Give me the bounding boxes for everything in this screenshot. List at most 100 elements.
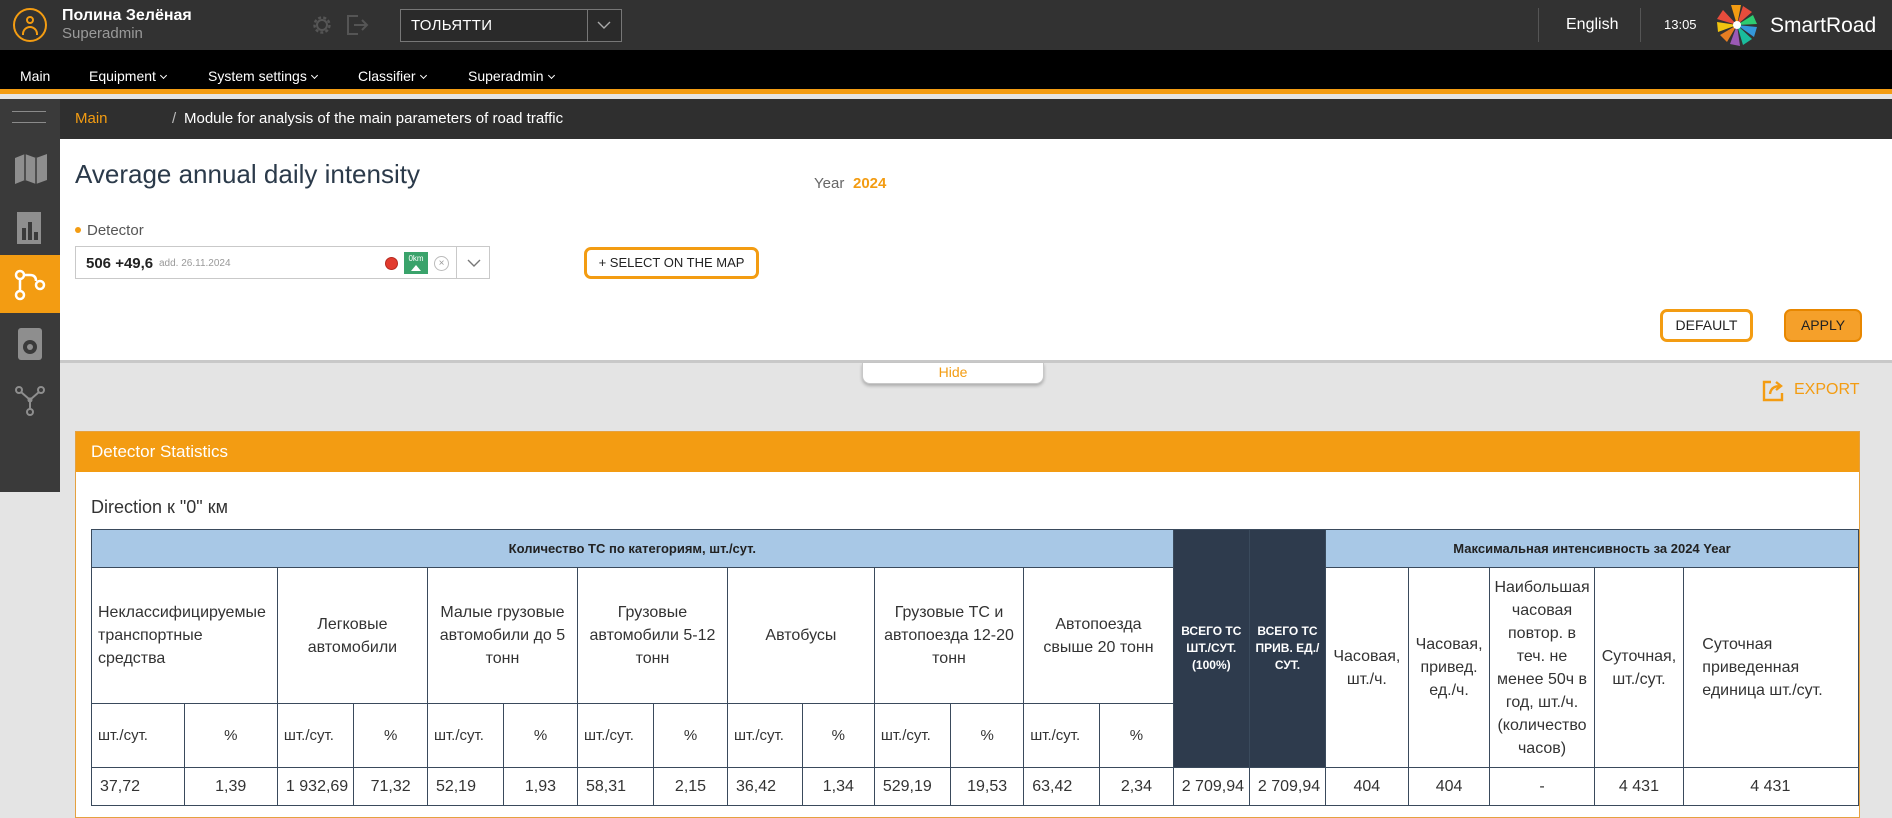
table-header-category: Малые грузовые автомобили до 5 тонн — [426, 567, 578, 704]
table-cell: 36,42 — [726, 767, 803, 806]
chevron-down-icon[interactable] — [456, 247, 489, 278]
brand-name: SmartRoad — [1770, 14, 1877, 37]
card-title: Detector Statistics — [91, 442, 228, 461]
table-cell: 404 — [1325, 767, 1409, 806]
direction-title: Direction к "0" км — [91, 497, 228, 517]
table-header-category: Легковые автомобили — [276, 567, 428, 704]
table-header-unit: % — [1099, 703, 1174, 768]
camera-device-icon — [18, 328, 42, 360]
table-header-unit: % — [949, 703, 1025, 768]
clear-icon[interactable]: × — [434, 256, 449, 271]
table-cell: 529,19 — [873, 767, 951, 806]
sidebar-item-reports[interactable] — [0, 197, 60, 255]
table-header-category: Грузовые ТС и автопоезда 12-20 тонн — [873, 567, 1025, 704]
nav-item-classifier[interactable]: Classifier — [358, 68, 427, 84]
nav-item-equipment[interactable]: Equipment — [89, 68, 167, 84]
table-header-unit: % — [183, 703, 278, 768]
language-switch[interactable]: English — [1566, 16, 1618, 34]
table-header-category: Автобусы — [726, 567, 875, 704]
table-row: 37,72 1,39 1 932,69 71,32 52,19 1,93 58,… — [91, 767, 1859, 806]
table-header-max: Часовая, шт./ч. — [1325, 567, 1409, 768]
detector-value: 506 +49,6 — [86, 255, 154, 272]
export-button[interactable]: EXPORT — [1762, 378, 1862, 402]
detector-select[interactable]: 506 +49,6 add. 26.11.2024 0km × — [75, 246, 490, 279]
settings-gear-icon[interactable] — [310, 13, 334, 37]
table-header-unit: шт./сут. — [873, 703, 951, 768]
breadcrumb-link-main[interactable]: Main — [75, 110, 108, 127]
table-header-unit: шт./сут. — [426, 703, 505, 768]
arrow-up-icon — [411, 265, 421, 271]
table-header-unit: шт./сут. — [726, 703, 803, 768]
default-button[interactable]: DEFAULT — [1660, 309, 1753, 342]
smartroad-logo-icon — [1717, 5, 1757, 46]
table-header-unit: шт./сут. — [91, 703, 185, 768]
table-header-unit: шт./сут. — [276, 703, 355, 768]
divider — [1640, 8, 1641, 42]
sidebar-item-map[interactable] — [0, 139, 60, 197]
table-header-unit: % — [353, 703, 428, 768]
apply-button[interactable]: APPLY — [1784, 309, 1862, 342]
logout-icon[interactable] — [344, 13, 370, 37]
table-cell: 71,32 — [353, 767, 428, 806]
table-cell: 404 — [1407, 767, 1491, 806]
select-on-map-button[interactable]: + SELECT ON THE MAP — [584, 247, 759, 279]
table-cell: 4 431 — [1683, 767, 1859, 806]
table-header-total-reduced: ВСЕГО ТС ПРИВ. ЕД./СУТ. — [1248, 529, 1327, 768]
user-avatar-icon[interactable] — [13, 8, 47, 42]
table-header-unit: % — [653, 703, 728, 768]
table-header-total-count: ВСЕГО ТС ШТ./СУТ. (100%) — [1172, 529, 1250, 768]
nav-item-label: System settings — [208, 68, 307, 84]
year-select[interactable]: 2024 — [853, 175, 886, 192]
sidebar-item-network[interactable] — [0, 371, 60, 429]
detector-statistics-card: Detector Statistics Direction к "0" км К… — [75, 431, 1860, 818]
table-group-header: Количество ТС по категориям, шт./сут. — [91, 529, 1174, 568]
table-cell: 37,72 — [91, 767, 185, 806]
table-header-max: Наибольшая часовая повтор. в теч. не мен… — [1489, 567, 1595, 768]
table-cell: - — [1489, 767, 1595, 806]
detector-label: Detector — [75, 222, 144, 239]
table-cell: 1 932,69 — [276, 767, 355, 806]
breadcrumb-current: Module for analysis of the main paramete… — [184, 110, 564, 127]
nav-item-superadmin[interactable]: Superadmin — [468, 68, 555, 84]
filter-panel: Average annual daily intensity Year 2024… — [60, 139, 1892, 363]
card-header: Detector Statistics — [76, 432, 1859, 472]
top-bar: Полина Зелёная Superadmin ТОЛЬЯТТИ Engli… — [0, 0, 1892, 50]
detector-added-date: add. 26.11.2024 — [159, 258, 231, 269]
nav-item-system-settings[interactable]: System settings — [208, 68, 318, 84]
clock: 13:05 — [1664, 17, 1697, 32]
sidebar-item-devices[interactable] — [0, 313, 60, 371]
nav-item-label: Main — [20, 68, 51, 84]
table-cell: 2,34 — [1099, 767, 1174, 806]
chevron-down-icon[interactable] — [587, 10, 621, 41]
table-cell: 1,39 — [183, 767, 278, 806]
detector-label-text: Detector — [87, 222, 144, 239]
export-label: EXPORT — [1794, 381, 1860, 398]
table-cell: 58,31 — [576, 767, 655, 806]
table-cell: 52,19 — [426, 767, 505, 806]
table-cell-total-count: 2 709,94 — [1172, 767, 1250, 806]
nav-item-label: Classifier — [358, 68, 416, 84]
sidebar-item-traffic-analysis[interactable] — [0, 255, 60, 313]
nav-item-label: Equipment — [89, 68, 156, 84]
city-select[interactable]: ТОЛЬЯТТИ — [400, 9, 622, 42]
table-header-unit: % — [801, 703, 875, 768]
year-label: Year — [814, 175, 845, 192]
direction-km-badge: 0km — [404, 252, 428, 274]
map-icon — [15, 154, 47, 184]
user-name[interactable]: Полина Зелёная — [62, 7, 192, 25]
hide-filters-button[interactable]: Hide — [862, 363, 1044, 384]
status-dot-icon — [385, 257, 398, 270]
table-header-category: Грузовые автомобили 5-12 тонн — [576, 567, 728, 704]
statistics-table: Количество ТС по категориям, шт./сут. ВС… — [91, 529, 1859, 806]
report-icon — [17, 212, 41, 244]
menu-toggle-icon[interactable] — [12, 111, 46, 123]
table-header-max: Часовая, привед. ед./ч. — [1407, 567, 1491, 768]
chevron-down-icon — [547, 71, 555, 80]
nav-item-label: Superadmin — [468, 68, 544, 84]
table-group-header-max: Максимальная интенсивность за 2024 Year — [1325, 529, 1859, 568]
table-header-category: Автопоезда свыше 20 тонн — [1023, 567, 1174, 704]
nav-item-main[interactable]: Main — [20, 68, 50, 84]
table-header-category: Неклассифицируемые транспортные средства — [91, 567, 278, 704]
divider — [1538, 8, 1539, 42]
table-cell: 1,93 — [503, 767, 578, 806]
